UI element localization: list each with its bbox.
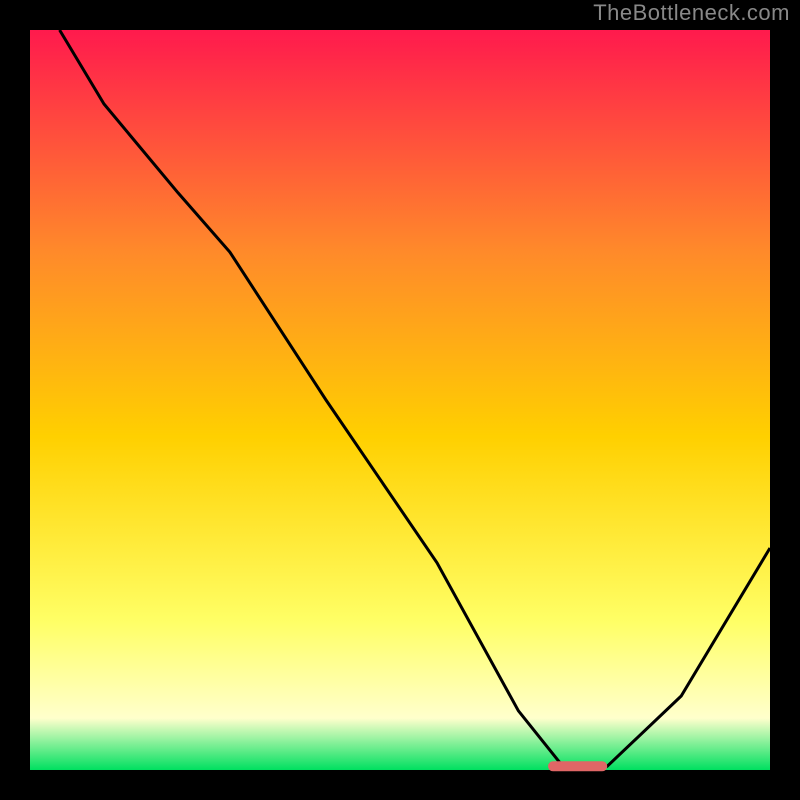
- gradient-background: [30, 30, 770, 770]
- bottleneck-chart: [0, 0, 800, 800]
- watermark-text: TheBottleneck.com: [593, 0, 790, 26]
- optimum-marker: [548, 761, 607, 771]
